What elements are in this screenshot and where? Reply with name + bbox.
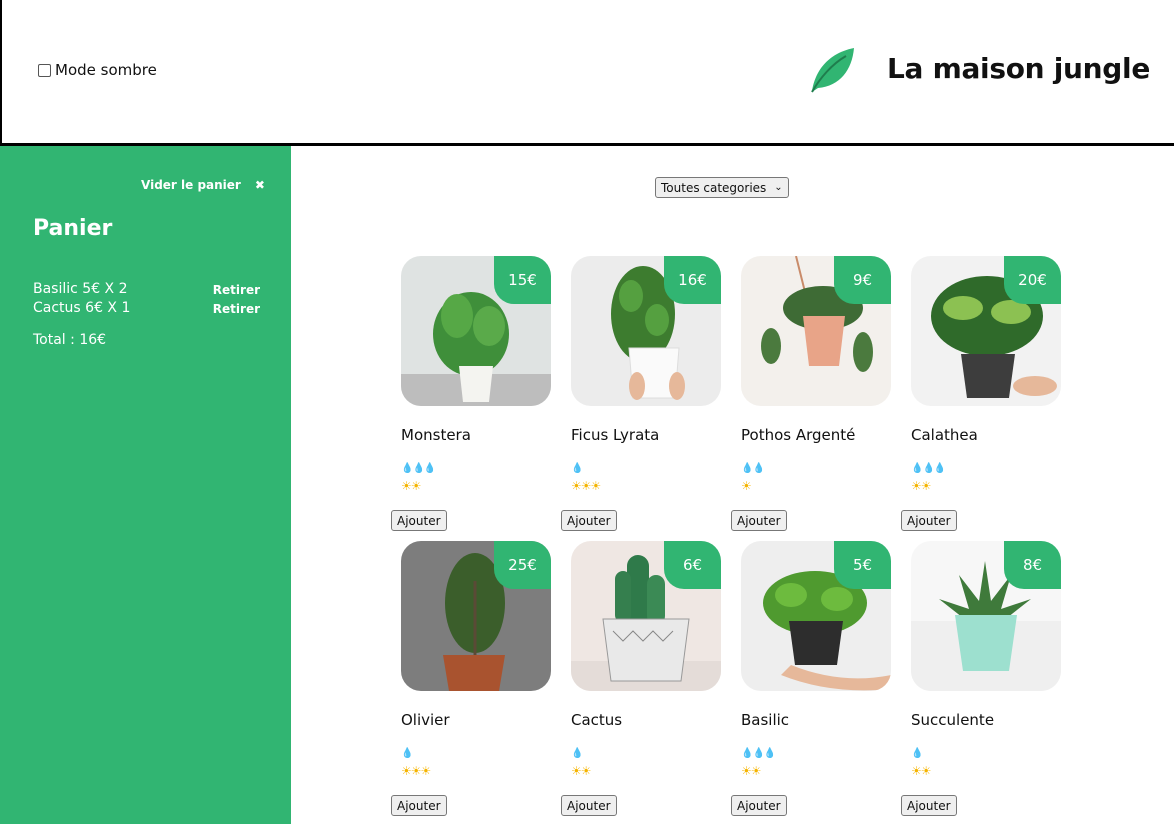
empty-cart-button[interactable]: Vider le panier ✖ xyxy=(141,178,265,192)
water-icon: 💧💧💧 xyxy=(911,463,946,474)
category-select[interactable]: Toutes categories ⌄ xyxy=(655,177,789,198)
cart-item: Basilic 5€ X 2 Retirer xyxy=(33,279,260,298)
sun-icon: ☀☀ xyxy=(741,764,761,778)
dark-mode-label: Mode sombre xyxy=(55,61,157,79)
leaf-icon xyxy=(811,48,854,93)
price-badge: 8€ xyxy=(1004,541,1061,589)
price-badge: 5€ xyxy=(834,541,891,589)
add-button[interactable]: Ajouter xyxy=(731,510,787,531)
price-badge: 25€ xyxy=(494,541,551,589)
plant-name: Olivier xyxy=(401,711,450,729)
price-badge: 20€ xyxy=(1004,256,1061,304)
sun-icon: ☀☀ xyxy=(571,764,591,778)
cart-item-text: Basilic 5€ X 2 xyxy=(33,280,128,297)
cart-title: Panier xyxy=(33,216,113,241)
empty-cart-label: Vider le panier xyxy=(141,178,241,192)
category-select-value: Toutes categories xyxy=(661,180,767,195)
close-icon: ✖ xyxy=(254,178,265,192)
sun-icon: ☀ xyxy=(741,479,752,493)
add-button[interactable]: Ajouter xyxy=(561,510,617,531)
plant-name: Monstera xyxy=(401,426,471,444)
plant-name: Ficus Lyrata xyxy=(571,426,660,444)
sun-icon: ☀☀ xyxy=(401,479,421,493)
sun-icon: ☀☀☀ xyxy=(571,479,601,493)
cart-total: Total : 16€ xyxy=(33,332,107,348)
add-button[interactable]: Ajouter xyxy=(901,795,957,816)
cart-items: Basilic 5€ X 2 Retirer Cactus 6€ X 1 Ret… xyxy=(33,279,260,317)
water-icon: 💧 xyxy=(911,748,923,759)
page-title: La maison jungle xyxy=(887,52,1151,85)
header: Mode sombre La maison jungle xyxy=(0,0,1174,146)
plant-name: Calathea xyxy=(911,426,978,444)
dark-mode-checkbox[interactable] xyxy=(38,63,51,77)
dark-mode-toggle[interactable]: Mode sombre xyxy=(38,61,157,79)
add-button[interactable]: Ajouter xyxy=(901,510,957,531)
price-badge: 16€ xyxy=(664,256,721,304)
cart-sidebar: Vider le panier ✖ Panier Basilic 5€ X 2 … xyxy=(0,146,291,824)
water-icon: 💧 xyxy=(571,748,583,759)
plant-name: Pothos Argenté xyxy=(741,426,856,444)
remove-button[interactable]: Retirer xyxy=(213,280,260,297)
water-icon: 💧💧💧 xyxy=(401,463,436,474)
add-button[interactable]: Ajouter xyxy=(561,795,617,816)
plant-name: Succulente xyxy=(911,711,995,729)
plant-name: Basilic xyxy=(741,711,790,729)
cart-item: Cactus 6€ X 1 Retirer xyxy=(33,298,260,317)
cart-item-text: Cactus 6€ X 1 xyxy=(33,299,131,316)
sun-icon: ☀☀☀ xyxy=(401,764,431,778)
add-button[interactable]: Ajouter xyxy=(391,510,447,531)
add-button[interactable]: Ajouter xyxy=(391,795,447,816)
plant-name: Cactus xyxy=(571,711,623,729)
sun-icon: ☀☀ xyxy=(911,764,931,778)
price-badge: 15€ xyxy=(494,256,551,304)
sun-icon: ☀☀ xyxy=(911,479,931,493)
water-icon: 💧 xyxy=(401,748,413,759)
price-badge: 9€ xyxy=(834,256,891,304)
add-button[interactable]: Ajouter xyxy=(731,795,787,816)
price-badge: 6€ xyxy=(664,541,721,589)
water-icon: 💧 xyxy=(571,463,583,474)
chevron-down-icon: ⌄ xyxy=(774,182,783,193)
water-icon: 💧💧 xyxy=(741,463,765,474)
remove-button[interactable]: Retirer xyxy=(213,299,260,316)
water-icon: 💧💧💧 xyxy=(741,748,776,759)
